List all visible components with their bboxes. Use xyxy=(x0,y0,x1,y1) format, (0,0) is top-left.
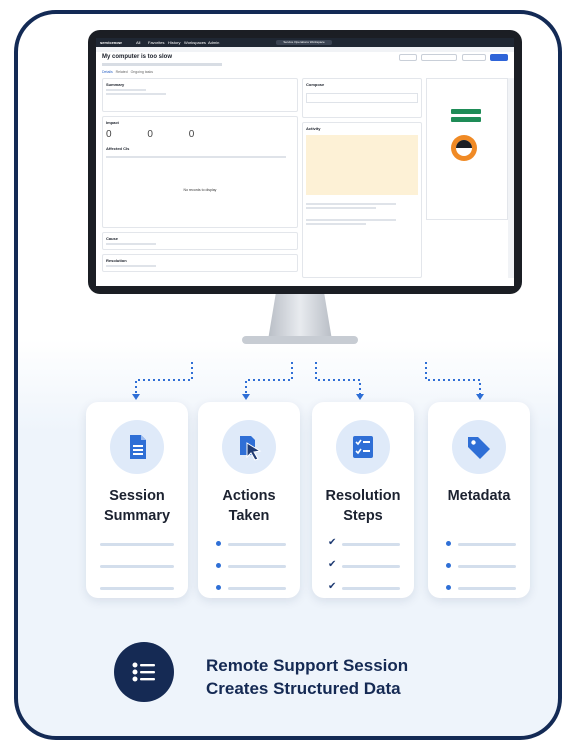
list-item xyxy=(442,582,516,594)
document-icon xyxy=(130,435,146,459)
tag-icon xyxy=(468,437,490,459)
arrow-down-icon xyxy=(476,394,484,400)
feature-title: Actions Taken xyxy=(198,486,300,526)
feature-placeholder-list xyxy=(212,538,286,604)
placeholder-bar xyxy=(228,587,286,590)
connector-line xyxy=(425,362,481,396)
list-icon xyxy=(132,662,155,682)
list-item: ✔ xyxy=(326,581,400,594)
feature-card-actions-taken: Actions Taken xyxy=(198,402,300,598)
feature-title: Session Summary xyxy=(86,486,188,526)
feature-title-line: Taken xyxy=(228,508,270,524)
feature-icon-circle xyxy=(222,420,276,474)
connector-line xyxy=(135,362,193,396)
feature-title-line: Summary xyxy=(103,508,171,524)
placeholder-bar xyxy=(342,587,400,590)
list-badge xyxy=(114,642,174,702)
headline: Remote Support Session Creates Structure… xyxy=(206,654,408,700)
feature-card-session-summary: Session Summary xyxy=(86,402,188,598)
list-item xyxy=(442,560,516,572)
feature-placeholder-list xyxy=(100,538,174,604)
checklist-icon xyxy=(353,436,373,458)
feature-title-line: Session xyxy=(109,488,165,504)
list-item xyxy=(212,560,286,572)
placeholder-bar xyxy=(100,565,174,568)
feature-title-line: Resolution xyxy=(325,488,401,504)
headline-line-1: Remote Support Session xyxy=(206,656,409,675)
connector-lines xyxy=(132,362,484,400)
list-item xyxy=(100,538,174,550)
arrow-down-icon xyxy=(132,394,140,400)
feature-card-metadata: Metadata xyxy=(428,402,530,598)
arrow-down-icon xyxy=(242,394,250,400)
bullet-dot-icon xyxy=(446,563,451,568)
feature-icon-circle xyxy=(336,420,390,474)
placeholder-bar xyxy=(342,543,400,546)
feature-card-resolution-steps: Resolution Steps ✔ ✔ ✔ xyxy=(312,402,414,598)
headline-line-2: Creates Structured Data xyxy=(206,679,401,698)
list-item xyxy=(212,582,286,594)
list-item xyxy=(442,538,516,550)
feature-title-line: Actions xyxy=(222,488,276,504)
bullet-dot-icon xyxy=(446,541,451,546)
connector-line xyxy=(315,362,361,396)
bullet-dot-icon xyxy=(216,563,221,568)
feature-icon-circle xyxy=(452,420,506,474)
arrow-down-icon xyxy=(356,394,364,400)
bullet-dot-icon xyxy=(216,585,221,590)
feature-placeholder-list: ✔ ✔ ✔ xyxy=(326,537,400,604)
feature-placeholder-list xyxy=(442,538,516,604)
list-item xyxy=(100,582,174,594)
feature-title: Resolution Steps xyxy=(312,486,414,526)
placeholder-bar xyxy=(100,587,174,590)
list-item xyxy=(100,560,174,572)
placeholder-bar xyxy=(228,543,286,546)
feature-icon-circle xyxy=(110,420,164,474)
placeholder-bar xyxy=(100,543,174,546)
placeholder-bar xyxy=(458,587,516,590)
feature-title-line: Steps xyxy=(343,508,383,524)
placeholder-bar xyxy=(458,565,516,568)
feature-title: Metadata xyxy=(428,486,530,506)
cursor-click-icon xyxy=(240,436,262,461)
feature-title-line: Metadata xyxy=(447,488,511,504)
placeholder-bar xyxy=(228,565,286,568)
bullet-dot-icon xyxy=(446,585,451,590)
placeholder-bar xyxy=(342,565,400,568)
bullet-dot-icon xyxy=(216,541,221,546)
list-item xyxy=(212,538,286,550)
placeholder-bar xyxy=(458,543,516,546)
list-item: ✔ xyxy=(326,537,400,550)
connector-line xyxy=(245,362,293,396)
checkmark-icon: ✔ xyxy=(328,581,337,592)
checkmark-icon: ✔ xyxy=(328,537,337,548)
list-item: ✔ xyxy=(326,559,400,572)
checkmark-icon: ✔ xyxy=(328,559,337,570)
